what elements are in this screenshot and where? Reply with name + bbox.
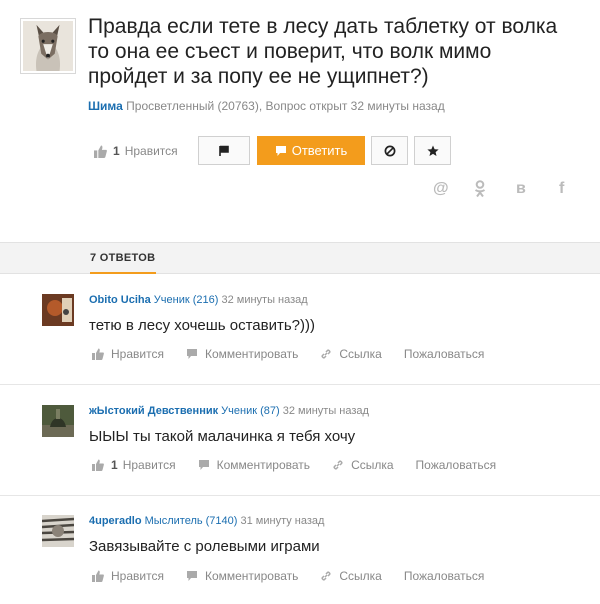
answer-text: ЫЫЫ ты такой малачинка я тебя хочу [89, 428, 356, 445]
comment-icon [186, 571, 197, 581]
odnoklassniki-share-icon[interactable] [474, 180, 486, 202]
thumbs-up-icon [92, 459, 104, 471]
answer-author-link[interactable]: жЫстокий Девственник [89, 405, 218, 417]
answer-like-button[interactable]: 1 Нравится [92, 458, 176, 472]
answer-comment-label: Комментировать [204, 347, 299, 361]
question-like-label: Нравится [124, 144, 178, 158]
answer-like-label: Нравится [111, 347, 164, 361]
question-like-button[interactable]: 1 Нравится [94, 144, 178, 158]
star-icon [426, 145, 439, 156]
answer-like-label: Нравится [122, 458, 176, 472]
wolf-avatar-image [23, 21, 73, 71]
answer-text: тетю в лесу хочешь оставить?))) [89, 317, 315, 334]
answer-comment-button[interactable]: Комментировать [198, 458, 310, 472]
answer-author-link[interactable]: Obito Uciha [89, 294, 151, 306]
comment-icon [186, 349, 197, 359]
answer-link-label: Ссылка [339, 569, 382, 583]
comment-icon [198, 460, 209, 470]
answer-meta: Obito Uciha Ученик (216) 32 минуты назад [89, 294, 308, 306]
answer-comment-label: Комментировать [216, 458, 311, 472]
answer-actions: Нравится Комментировать Ссылка Пожаловат… [92, 347, 506, 361]
answer-comment-button[interactable]: Комментировать [186, 347, 298, 361]
favorite-button[interactable] [414, 136, 451, 165]
answer-comment-label: Комментировать [204, 569, 299, 583]
thumbs-up-icon [94, 145, 107, 158]
answer-link-button[interactable]: Ссылка [332, 458, 394, 472]
answer-report-button[interactable]: Пожаловаться [416, 458, 497, 472]
answer-avatar[interactable] [42, 294, 74, 326]
answer-text: Завязывайте с ролевыми играми [89, 538, 320, 555]
answer-time: 32 минуты назад [221, 294, 308, 306]
odnoklassniki-icon [474, 180, 486, 198]
flag-icon [219, 145, 229, 156]
thumbs-up-icon [92, 570, 104, 582]
answer-link-button[interactable]: Ссылка [320, 347, 382, 361]
block-button[interactable] [371, 136, 408, 165]
question-author-link[interactable]: Шима [88, 99, 123, 113]
answer-author-rank[interactable]: Ученик (216) [154, 294, 219, 306]
answer-item: Obito Uciha Ученик (216) 32 минуты назад… [0, 274, 600, 384]
answer-like-count: 1 [111, 458, 118, 472]
block-icon [384, 145, 395, 156]
answer-time: 31 минуту назад [240, 515, 325, 527]
answer-button-label: Ответить [291, 143, 348, 158]
answer-divider [0, 384, 600, 385]
answer-button[interactable]: Ответить [257, 136, 365, 165]
answer-link-button[interactable]: Ссылка [320, 569, 382, 583]
answer-report-button[interactable]: Пожаловаться [404, 347, 485, 361]
answer-comment-button[interactable]: Комментировать [186, 569, 298, 583]
thumbs-up-icon [92, 348, 104, 360]
facebook-share-icon[interactable]: f [559, 180, 564, 198]
question-author-avatar[interactable] [20, 18, 76, 74]
link-icon [321, 349, 331, 359]
email-share-icon[interactable]: @ [433, 180, 449, 198]
question-meta: Шима Просветленный (20763), Вопрос откры… [88, 99, 445, 113]
answer-meta: 4uperadlo Мыслитель (7140) 31 минуту наз… [89, 515, 324, 527]
answer-like-button[interactable]: Нравится [92, 569, 164, 583]
answer-meta: жЫстокий Девственник Ученик (87) 32 мину… [89, 405, 369, 417]
answer-like-label: Нравится [111, 569, 164, 583]
answer-avatar[interactable] [42, 515, 74, 547]
answer-actions: 1 Нравится Комментировать Ссылка Пожалов… [92, 458, 518, 472]
answer-author-rank[interactable]: Ученик (87) [221, 405, 280, 417]
question-meta-text: Просветленный (20763), Вопрос открыт 32 … [126, 99, 445, 113]
flag-button[interactable] [198, 136, 250, 165]
answer-avatar[interactable] [42, 405, 74, 437]
speech-bubble-icon [275, 145, 286, 156]
answer-link-label: Ссылка [351, 458, 394, 472]
answer-link-label: Ссылка [339, 347, 382, 361]
question-actions: 1 Нравится [94, 136, 178, 166]
vkontakte-share-icon[interactable]: в [516, 180, 526, 198]
question-like-count: 1 [113, 144, 120, 158]
answer-divider [0, 495, 600, 496]
question-title: Правда если тете в лесу дать таблетку от… [88, 15, 558, 88]
answer-time: 32 минуты назад [282, 405, 369, 417]
answers-count-tab[interactable]: 7 ОТВЕТОВ [90, 252, 155, 264]
link-icon [333, 460, 343, 470]
answer-report-button[interactable]: Пожаловаться [404, 569, 485, 583]
answer-like-button[interactable]: Нравится [92, 347, 164, 361]
answer-actions: Нравится Комментировать Ссылка Пожаловат… [92, 569, 506, 583]
answer-author-rank[interactable]: Мыслитель (7140) [145, 515, 238, 527]
answers-tab-bar: 7 ОТВЕТОВ [0, 242, 600, 274]
answer-item: жЫстокий Девственник Ученик (87) 32 мину… [0, 384, 600, 495]
link-icon [321, 571, 331, 581]
answer-author-link[interactable]: 4uperadlo [89, 515, 142, 527]
answer-item: 4uperadlo Мыслитель (7140) 31 минуту наз… [0, 495, 600, 604]
